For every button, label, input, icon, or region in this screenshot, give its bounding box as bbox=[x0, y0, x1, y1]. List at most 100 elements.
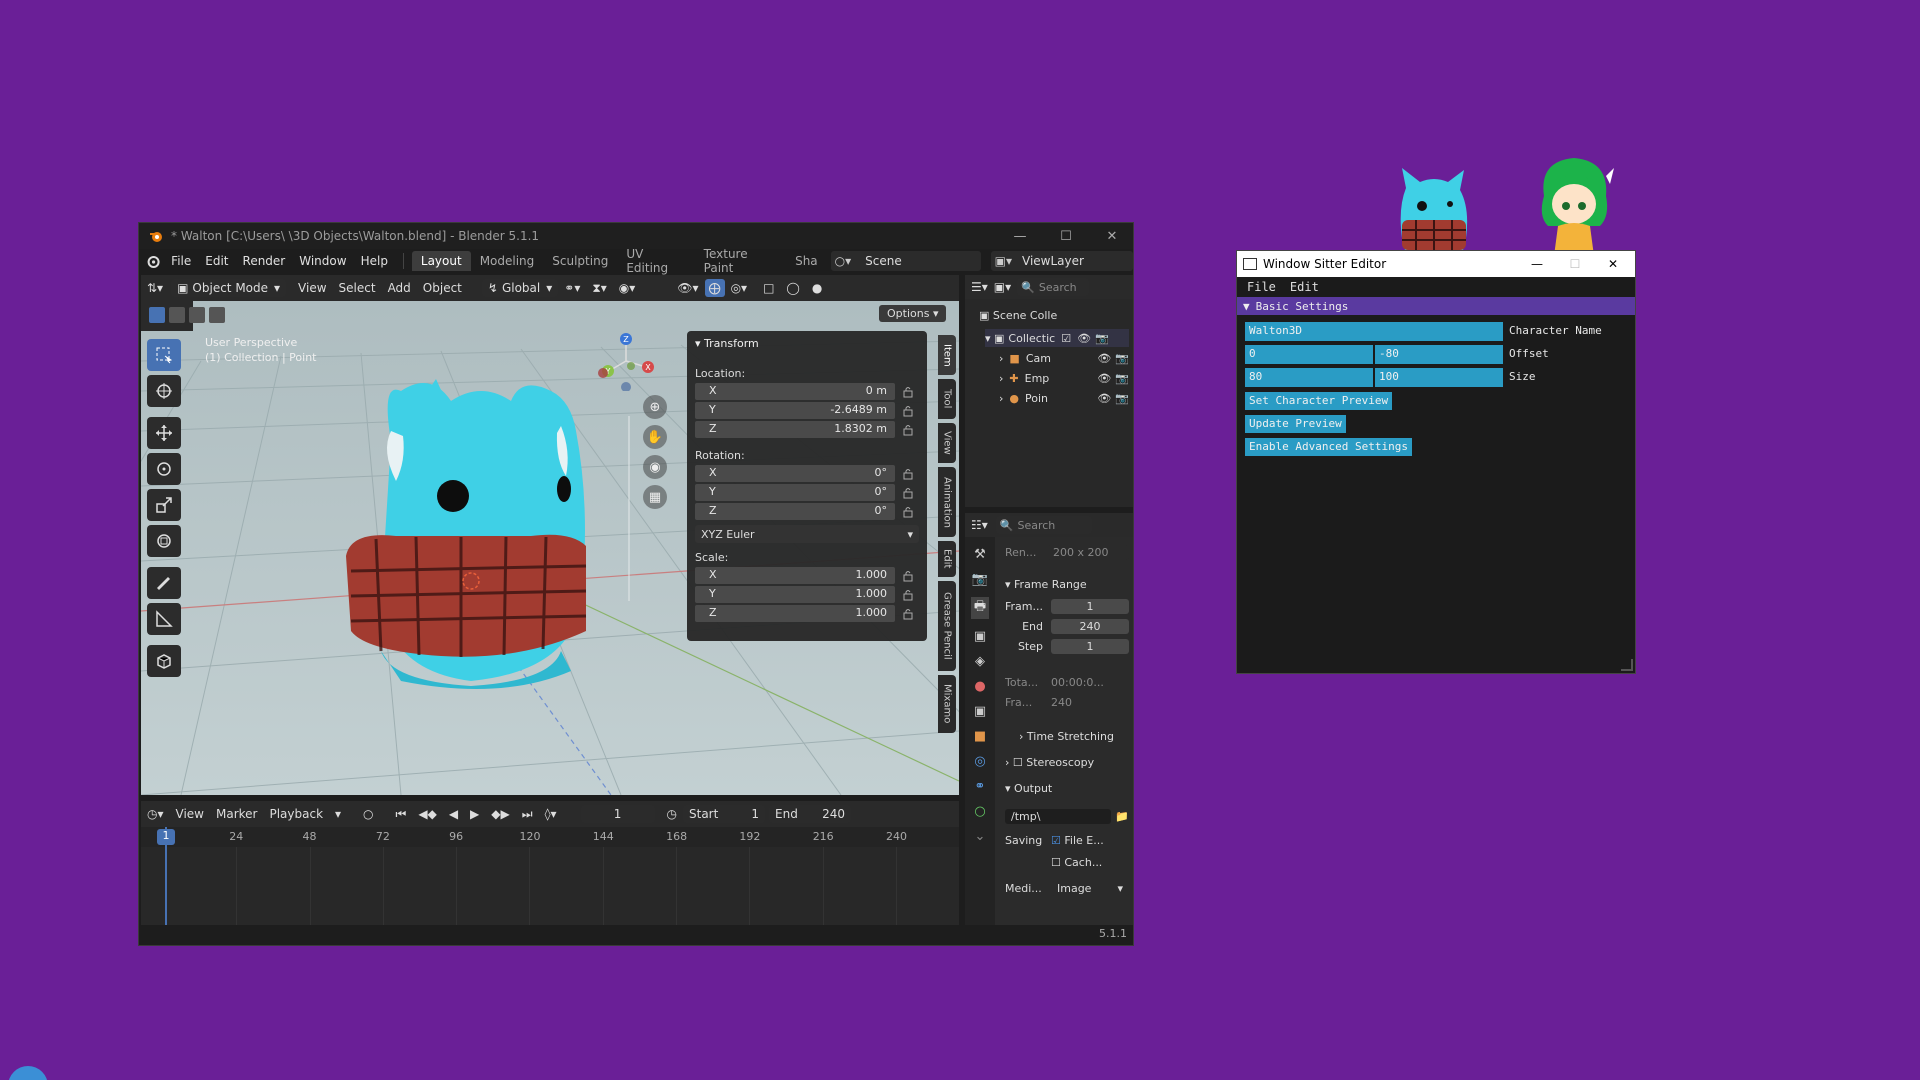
side-tab-animation[interactable]: Animation bbox=[938, 467, 956, 537]
blender-menu-logo-icon[interactable] bbox=[145, 254, 160, 268]
side-tab-grease-pencil[interactable]: Grease Pencil bbox=[938, 581, 956, 671]
3d-viewport[interactable]: User Perspective (1) Collection | Point … bbox=[141, 301, 959, 795]
size-height-input[interactable]: 100 bbox=[1375, 368, 1503, 387]
enable-advanced-settings-button[interactable]: Enable Advanced Settings bbox=[1245, 438, 1412, 456]
output-properties-icon[interactable]: 🖶 bbox=[970, 597, 990, 619]
constraint-properties-icon[interactable]: ⚭ bbox=[975, 779, 986, 794]
sitter-close-button[interactable]: ✕ bbox=[1593, 257, 1633, 271]
workspace-tab-texture-paint[interactable]: Texture Paint bbox=[695, 244, 786, 278]
workspace-tab-uv-editing[interactable]: UV Editing bbox=[617, 244, 694, 278]
orientation-dropdown[interactable]: ↯ Global ▾ bbox=[481, 279, 559, 297]
world-properties-icon[interactable]: ● bbox=[974, 679, 985, 694]
jump-keyframe-back-icon[interactable]: ◀◆ bbox=[412, 805, 442, 823]
outliner-editor-type-icon[interactable]: ☰▾ bbox=[971, 280, 988, 294]
overlays-toggle-icon[interactable]: ◎▾ bbox=[725, 279, 754, 297]
proportional-edit-icon[interactable]: ◉▾ bbox=[613, 279, 642, 297]
empty-visibility-icon[interactable]: 👁 bbox=[1097, 372, 1111, 385]
resize-grip[interactable] bbox=[1621, 659, 1633, 671]
workspace-tab-shading[interactable]: Sha bbox=[786, 251, 827, 271]
outliner-search-input[interactable]: 🔍 Search bbox=[1017, 278, 1090, 296]
options-dropdown[interactable]: Options ▾ bbox=[879, 305, 947, 322]
location-x-field[interactable]: X0 m bbox=[695, 383, 895, 400]
character-name-input[interactable]: Walton3D bbox=[1245, 322, 1503, 341]
offset-y-input[interactable]: -80 bbox=[1375, 345, 1503, 364]
stereoscopy-header[interactable]: › ☐ Stereoscopy bbox=[1005, 753, 1129, 771]
play-reverse-icon[interactable]: ◀ bbox=[443, 805, 464, 823]
tool-properties-icon[interactable]: ⚒ bbox=[974, 547, 986, 562]
menu-help[interactable]: Help bbox=[354, 254, 395, 268]
frame-step-field[interactable]: 1 bbox=[1051, 638, 1129, 654]
update-preview-button[interactable]: Update Preview bbox=[1245, 415, 1346, 433]
properties-scroll-down-icon[interactable]: ⌄ bbox=[975, 829, 986, 844]
character-model[interactable] bbox=[321, 371, 621, 691]
lock-location-x-icon[interactable] bbox=[902, 386, 914, 398]
zoom-icon[interactable]: ⊕ bbox=[643, 395, 667, 419]
timeline-menu-view[interactable]: View bbox=[170, 805, 210, 823]
properties-editor-type-icon[interactable]: ☷▾ bbox=[971, 518, 988, 532]
select-box-tool-icon[interactable] bbox=[147, 339, 181, 371]
collection-checkbox[interactable]: ☑ bbox=[1061, 332, 1071, 345]
side-tab-view[interactable]: View bbox=[938, 423, 956, 463]
object-mode-dropdown[interactable]: ▣ Object Mode ▾ bbox=[171, 279, 287, 297]
file-extension-checkbox[interactable]: ☑ bbox=[1051, 834, 1061, 847]
workspace-tab-layout[interactable]: Layout bbox=[411, 251, 471, 271]
basic-settings-header[interactable]: ▼ Basic Settings bbox=[1237, 297, 1635, 315]
editor-type-icon[interactable]: ⇅▾ bbox=[141, 279, 169, 297]
viewport-menu-add[interactable]: Add bbox=[382, 279, 417, 297]
data-properties-icon[interactable]: ○ bbox=[974, 804, 985, 819]
menu-window[interactable]: Window bbox=[292, 254, 353, 268]
outliner-item-point[interactable]: › ● Poin 👁 📷 bbox=[999, 389, 1129, 407]
sitter-menu-file[interactable]: File bbox=[1247, 280, 1276, 294]
frame-start-field[interactable]: 1 bbox=[1051, 598, 1129, 614]
lock-rotation-x-icon[interactable] bbox=[902, 468, 914, 480]
select-mode-subtract-icon[interactable] bbox=[189, 307, 205, 323]
view-layer-properties-icon[interactable]: ▣ bbox=[974, 629, 986, 644]
outliner-scene-collection[interactable]: ▣ Scene Colle bbox=[979, 309, 1057, 322]
measure-tool-icon[interactable] bbox=[147, 603, 181, 635]
lock-scale-y-icon[interactable] bbox=[902, 589, 914, 601]
select-mode-extend-icon[interactable] bbox=[169, 307, 185, 323]
render-properties-icon[interactable]: 📷 bbox=[972, 572, 988, 587]
visibility-icon[interactable]: 👁▾ bbox=[671, 279, 704, 297]
offset-x-input[interactable]: 0 bbox=[1245, 345, 1373, 364]
timeline-editor-type-icon[interactable]: ◷▾ bbox=[141, 805, 170, 823]
cursor-tool-icon[interactable] bbox=[147, 375, 181, 407]
end-frame-field[interactable]: End 240 bbox=[769, 805, 851, 823]
scale-x-field[interactable]: X 1.000 bbox=[695, 567, 895, 584]
add-cube-tool-icon[interactable] bbox=[147, 645, 181, 677]
rotation-z-field[interactable]: Z 0° bbox=[695, 503, 895, 520]
scene-selector[interactable]: ○▾ Scene bbox=[830, 251, 981, 271]
camera-visibility-icon[interactable]: 👁 bbox=[1097, 352, 1111, 365]
lock-location-y-icon[interactable] bbox=[902, 405, 914, 417]
rotation-y-field[interactable]: Y 0° bbox=[695, 484, 895, 501]
transform-panel-header[interactable]: ▾ Transform bbox=[695, 337, 759, 350]
sitter-menu-edit[interactable]: Edit bbox=[1290, 280, 1319, 294]
taskbar-app-icon[interactable] bbox=[8, 1066, 48, 1080]
workspace-tab-sculpting[interactable]: Sculpting bbox=[543, 251, 617, 271]
annotate-tool-icon[interactable] bbox=[147, 567, 181, 599]
properties-search-input[interactable]: 🔍 Search bbox=[995, 516, 1092, 534]
menu-render[interactable]: Render bbox=[236, 254, 293, 268]
scale-tool-icon[interactable] bbox=[147, 489, 181, 521]
lock-rotation-z-icon[interactable] bbox=[902, 506, 914, 518]
record-icon[interactable]: ○ bbox=[357, 805, 379, 823]
media-type-dropdown[interactable]: Image ▾ bbox=[1051, 880, 1129, 896]
point-visibility-icon[interactable]: 👁 bbox=[1097, 392, 1111, 405]
workspace-tab-modeling[interactable]: Modeling bbox=[471, 251, 544, 271]
playback-dropdown-icon[interactable]: ▾ bbox=[329, 805, 347, 823]
output-header[interactable]: ▾ Output bbox=[1005, 779, 1129, 797]
object-properties-icon[interactable]: ■ bbox=[974, 729, 986, 744]
minimize-button[interactable]: — bbox=[997, 223, 1043, 249]
point-render-icon[interactable]: 📷 bbox=[1115, 392, 1129, 405]
viewport-menu-object[interactable]: Object bbox=[417, 279, 468, 297]
side-tab-edit[interactable]: Edit bbox=[938, 541, 956, 577]
keying-icon[interactable]: ◊▾ bbox=[539, 805, 563, 823]
menu-edit[interactable]: Edit bbox=[198, 254, 235, 268]
rotation-x-field[interactable]: X 0° bbox=[695, 465, 895, 482]
move-tool-icon[interactable] bbox=[147, 417, 181, 449]
menu-file[interactable]: File bbox=[164, 254, 198, 268]
side-tab-item[interactable]: Item bbox=[938, 335, 956, 375]
size-width-input[interactable]: 80 bbox=[1245, 368, 1373, 387]
frame-range-header[interactable]: ▾ Frame Range bbox=[1005, 575, 1129, 593]
side-tab-tool[interactable]: Tool bbox=[938, 379, 956, 419]
